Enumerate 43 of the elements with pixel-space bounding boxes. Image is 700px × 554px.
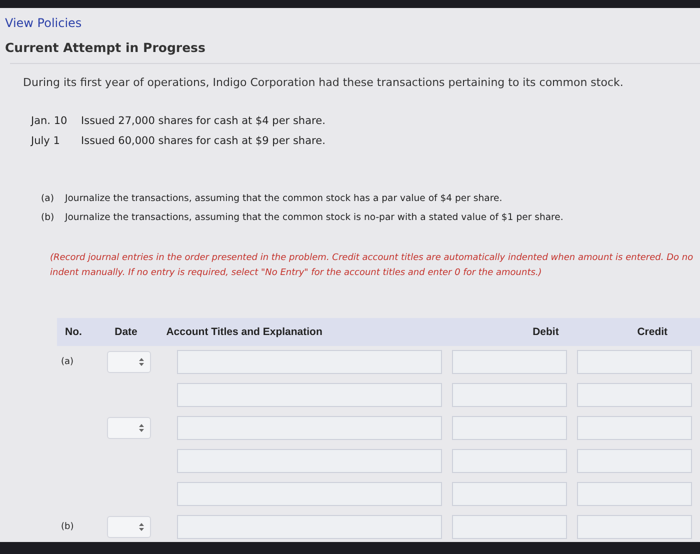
credit-field[interactable]: [577, 515, 692, 540]
spinner-icon: [139, 424, 144, 432]
transaction-text: Issued 27,000 shares for cash at $4 per share.: [81, 115, 326, 127]
credit-field[interactable]: [577, 482, 692, 506]
view-policies-link[interactable]: View Policies: [5, 16, 82, 30]
spinner-icon: [139, 358, 144, 366]
account-field[interactable]: [177, 383, 442, 408]
debit-field[interactable]: [452, 416, 567, 440]
transaction-text: Issued 60,000 shares for cash at $9 per share.: [81, 135, 326, 147]
spinner-icon: [139, 523, 144, 532]
credit-field[interactable]: [577, 449, 692, 474]
date-select[interactable]: [107, 351, 151, 374]
part-label: (b): [41, 212, 56, 223]
debit-field[interactable]: [452, 383, 567, 408]
transaction-date: Jan. 10: [31, 115, 68, 127]
section-heading: Current Attempt in Progress: [5, 40, 206, 55]
part-text: Journalize the transactions, assuming that the common stock has a par value of $4 per share.: [65, 193, 502, 204]
account-field[interactable]: [177, 449, 442, 474]
debit-field[interactable]: [452, 449, 567, 474]
date-select[interactable]: [107, 516, 151, 538]
date-select[interactable]: [107, 417, 151, 440]
column-header: No.: [64, 326, 83, 338]
credit-field[interactable]: [577, 416, 692, 440]
debit-field[interactable]: [452, 515, 567, 540]
problem-text: During its first year of operations, Indigo Corporation had these transactions pertaining to its common stock.: [23, 76, 624, 89]
column-header: Account Titles and Explanation: [166, 326, 324, 338]
debit-field[interactable]: [452, 350, 567, 374]
debit-field[interactable]: [452, 482, 567, 506]
instruction-text: (Record journal entries in the order presented in the problem. Credit account titles are automatically indented when amount is entered. Do no indent manually. If no entry is required, select "No Entry" for the account titles and enter 0 for the amounts.): [50, 252, 694, 280]
credit-field[interactable]: [577, 350, 692, 374]
account-field[interactable]: [177, 416, 442, 440]
column-header: Credit: [636, 326, 669, 338]
entry-label: (b): [61, 522, 74, 532]
transaction-date: July 1: [31, 135, 61, 147]
entry-label: (a): [61, 357, 74, 368]
account-field[interactable]: [177, 350, 442, 374]
column-header: Debit: [532, 326, 560, 338]
part-label: (a): [41, 193, 55, 204]
account-field[interactable]: [177, 482, 442, 506]
credit-field[interactable]: [577, 383, 692, 408]
column-header: Date: [114, 326, 138, 338]
part-text: Journalize the transactions, assuming that the common stock is no-par with a stated value of $1 per share.: [65, 212, 564, 223]
account-field[interactable]: [177, 515, 442, 540]
